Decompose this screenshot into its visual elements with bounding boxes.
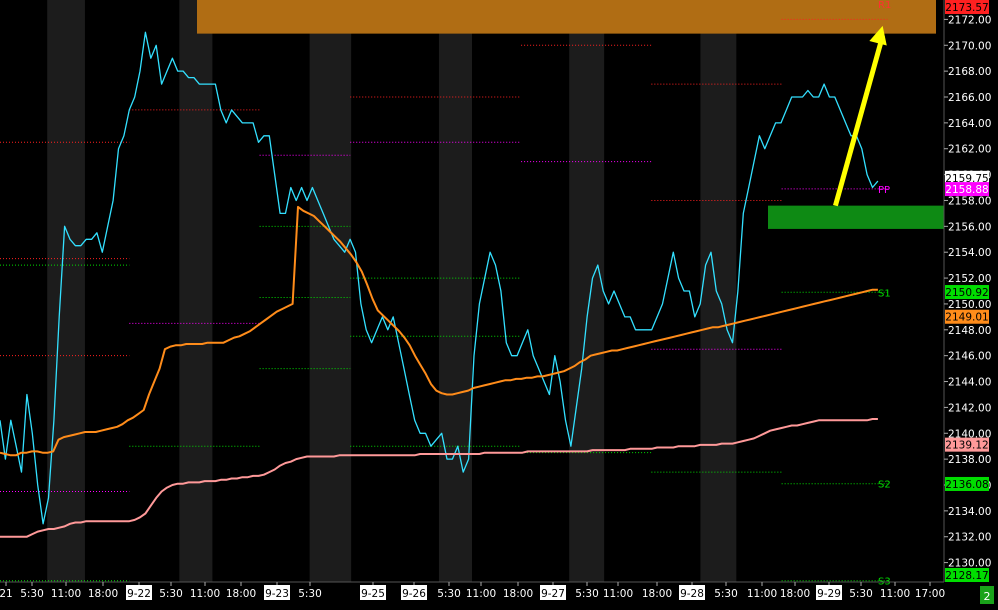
y-tick-label: 2158.00 [948,195,991,207]
x-tick-label: 11:00 [603,588,633,600]
x-tick-label: 5:30 [714,588,738,600]
price-tag-label: 2150.92 [945,287,988,299]
x-tick-label: 5:30 [298,588,322,600]
y-tick-label: 2146.00 [948,351,991,363]
x-tick-label: 21 [0,588,13,600]
y-tick-label: 2134.00 [948,506,991,518]
y-tick-label: 2132.00 [948,532,991,544]
level-label-pp: PP [878,185,890,196]
x-tick-label: 5:30 [575,588,599,600]
level-label-r1: R1 [878,0,891,11]
x-day-label: 9-25 [361,588,385,600]
session-band-2 [179,0,213,582]
y-tick-label: 2156.00 [948,221,991,233]
price-tag-label: 2139.12 [945,440,988,452]
x-day-label: 9-23 [265,588,289,600]
y-tick-label: 2170.00 [948,40,991,52]
x-tick-label: 18:00 [503,588,533,600]
price-tag-label: 2173.57 [945,2,988,14]
x-tick-label: 11:00 [51,588,81,600]
x-tick-label: 5:30 [20,588,44,600]
level-label-s2: S2 [878,480,891,491]
x-day-label: 9-27 [541,588,565,600]
y-tick-label: 2164.00 [948,118,991,130]
y-tick-label: 2150.00 [948,299,991,311]
x-tick-label: 11:00 [466,588,496,600]
session-band-1 [47,0,85,582]
x-day-label: 9-29 [817,588,841,600]
session-band-3 [309,0,352,582]
y-tick-label: 2144.00 [948,377,991,389]
price-tag-label: 2149.01 [945,312,988,324]
resistance-zone [197,0,936,34]
y-tick-label: 2130.00 [948,558,991,570]
y-tick-label: 2162.00 [948,144,991,156]
session-band-6 [700,0,737,582]
price-chart[interactable]: R1PPS1S2S3 2172.002170.002168.002166.002… [0,0,998,610]
session-band-5 [569,0,605,582]
level-label-s1: S1 [878,288,891,299]
y-tick-label: 2168.00 [948,66,991,78]
badge-text: 2 [984,590,991,603]
y-tick-label: 2154.00 [948,247,991,259]
x-tick-label: 11:00 [747,588,777,600]
y-tick-label: 2152.00 [948,273,991,285]
x-tick-label: 11:00 [880,588,910,600]
x-tick-label: 18:00 [88,588,118,600]
y-tick-label: 2148.00 [948,325,991,337]
x-tick-label: 18:00 [226,588,256,600]
x-tick-label: 11:00 [190,588,220,600]
x-tick-label: 5:30 [159,588,183,600]
y-tick-label: 2142.00 [948,402,991,414]
price-tag-label: 2128.17 [945,570,988,582]
badge[interactable]: 2 [980,586,994,604]
y-tick-label: 2138.00 [948,454,991,466]
price-tag-label: 2136.08 [945,479,988,491]
session-band-4 [438,0,472,582]
chart-background [0,0,998,610]
y-tick-label: 2166.00 [948,92,991,104]
x-tick-label: 18:00 [642,588,672,600]
x-day-label: 9-26 [402,588,426,600]
y-tick-label: 2172.00 [948,14,991,26]
x-tick-label: 17:00 [915,588,945,600]
support-zone [768,205,944,229]
x-tick-label: 5:30 [437,588,461,600]
price-tag-label: 2158.88 [945,184,988,196]
x-day-label: 9-22 [127,588,151,600]
x-day-label: 9-28 [680,588,704,600]
x-tick-label: 5:30 [849,588,873,600]
x-tick-label: 18:00 [780,588,810,600]
